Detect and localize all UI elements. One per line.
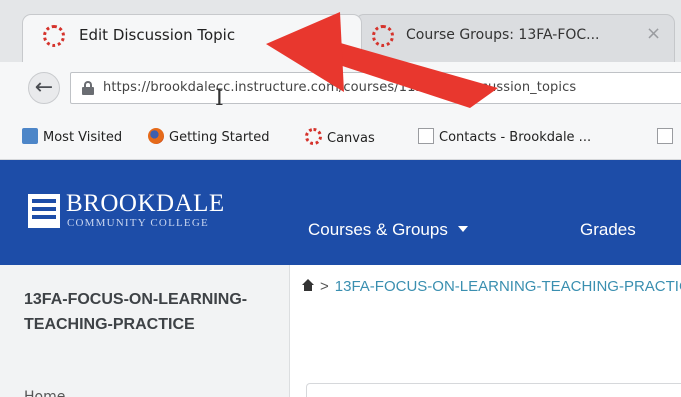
canvas-icon [43, 25, 65, 47]
bookmark-canvas[interactable]: Canvas [305, 128, 375, 148]
firefox-icon [148, 128, 164, 144]
content-panel [306, 383, 681, 397]
text-cursor-icon: I [215, 86, 224, 111]
tab-title: Edit Discussion Topic [79, 26, 236, 44]
browser-tab-strip: Edit Discussion Topic × Course Groups: 1… [0, 0, 681, 62]
bookmark-label: Getting Started [169, 130, 270, 145]
breadcrumb: >13FA-FOCUS-ON-LEARNING-TEACHING-PRACTIC… [302, 278, 681, 295]
bookmark-label: Contacts - Brookdale ... [439, 130, 592, 145]
logo-name: BROOKDALE [66, 190, 225, 217]
caret-down-icon [457, 226, 468, 232]
bookmark-getting-started[interactable]: Getting Started [148, 128, 270, 148]
home-icon[interactable] [302, 279, 314, 291]
url-text: https://brookdalecc.instructure.com/cour… [103, 80, 577, 95]
tab-course-groups[interactable]: Course Groups: 13FA-FOC... × [355, 14, 675, 62]
courses-groups-label: Courses & Groups [308, 220, 448, 239]
canvas-icon [305, 128, 322, 145]
bookmark-contacts[interactable]: Contacts - Brookdale ... [418, 128, 591, 148]
bookmark-label: Most Visited [43, 130, 123, 145]
address-bar[interactable]: https://brookdalecc.instructure.com/cour… [70, 72, 681, 104]
blank-page-icon [657, 128, 673, 144]
course-title[interactable]: 13FA-FOCUS-ON-LEARNING-TEACHING-PRACTICE [24, 287, 264, 337]
course-sidebar: 13FA-FOCUS-ON-LEARNING-TEACHING-PRACTICE… [0, 265, 290, 397]
back-button[interactable]: ← [28, 72, 60, 104]
bookmarks-folder-icon [22, 128, 38, 144]
tab-title: Course Groups: 13FA-FOC... [406, 27, 600, 43]
bookmark-untitled[interactable] [657, 128, 678, 148]
browser-toolbar: ← https://brookdalecc.instructure.com/co… [0, 62, 681, 114]
grades-link[interactable]: Grades [580, 220, 636, 240]
close-icon[interactable]: × [327, 23, 342, 44]
breadcrumb-course-link[interactable]: 13FA-FOCUS-ON-LEARNING-TEACHING-PRACTICE [335, 278, 681, 295]
canvas-header: BROOKDALE COMMUNITY COLLEGE Courses & Gr… [0, 160, 681, 265]
breadcrumb-separator: > [320, 278, 329, 295]
canvas-icon [372, 25, 394, 47]
lock-icon [81, 81, 95, 95]
blank-page-icon [418, 128, 434, 144]
college-seal-icon [28, 194, 60, 228]
logo-subtitle: COMMUNITY COLLEGE [67, 217, 209, 229]
bookmarks-bar: Most Visited Getting Started Canvas Cont… [0, 114, 681, 160]
courses-groups-menu[interactable]: Courses & Groups [308, 220, 468, 240]
sidebar-item-home[interactable]: Home [24, 389, 65, 397]
close-icon[interactable]: × [646, 23, 661, 44]
bookmark-most-visited[interactable]: Most Visited [22, 128, 122, 148]
tab-edit-discussion-topic[interactable]: Edit Discussion Topic × [22, 14, 362, 62]
bookmark-label: Canvas [327, 131, 375, 146]
